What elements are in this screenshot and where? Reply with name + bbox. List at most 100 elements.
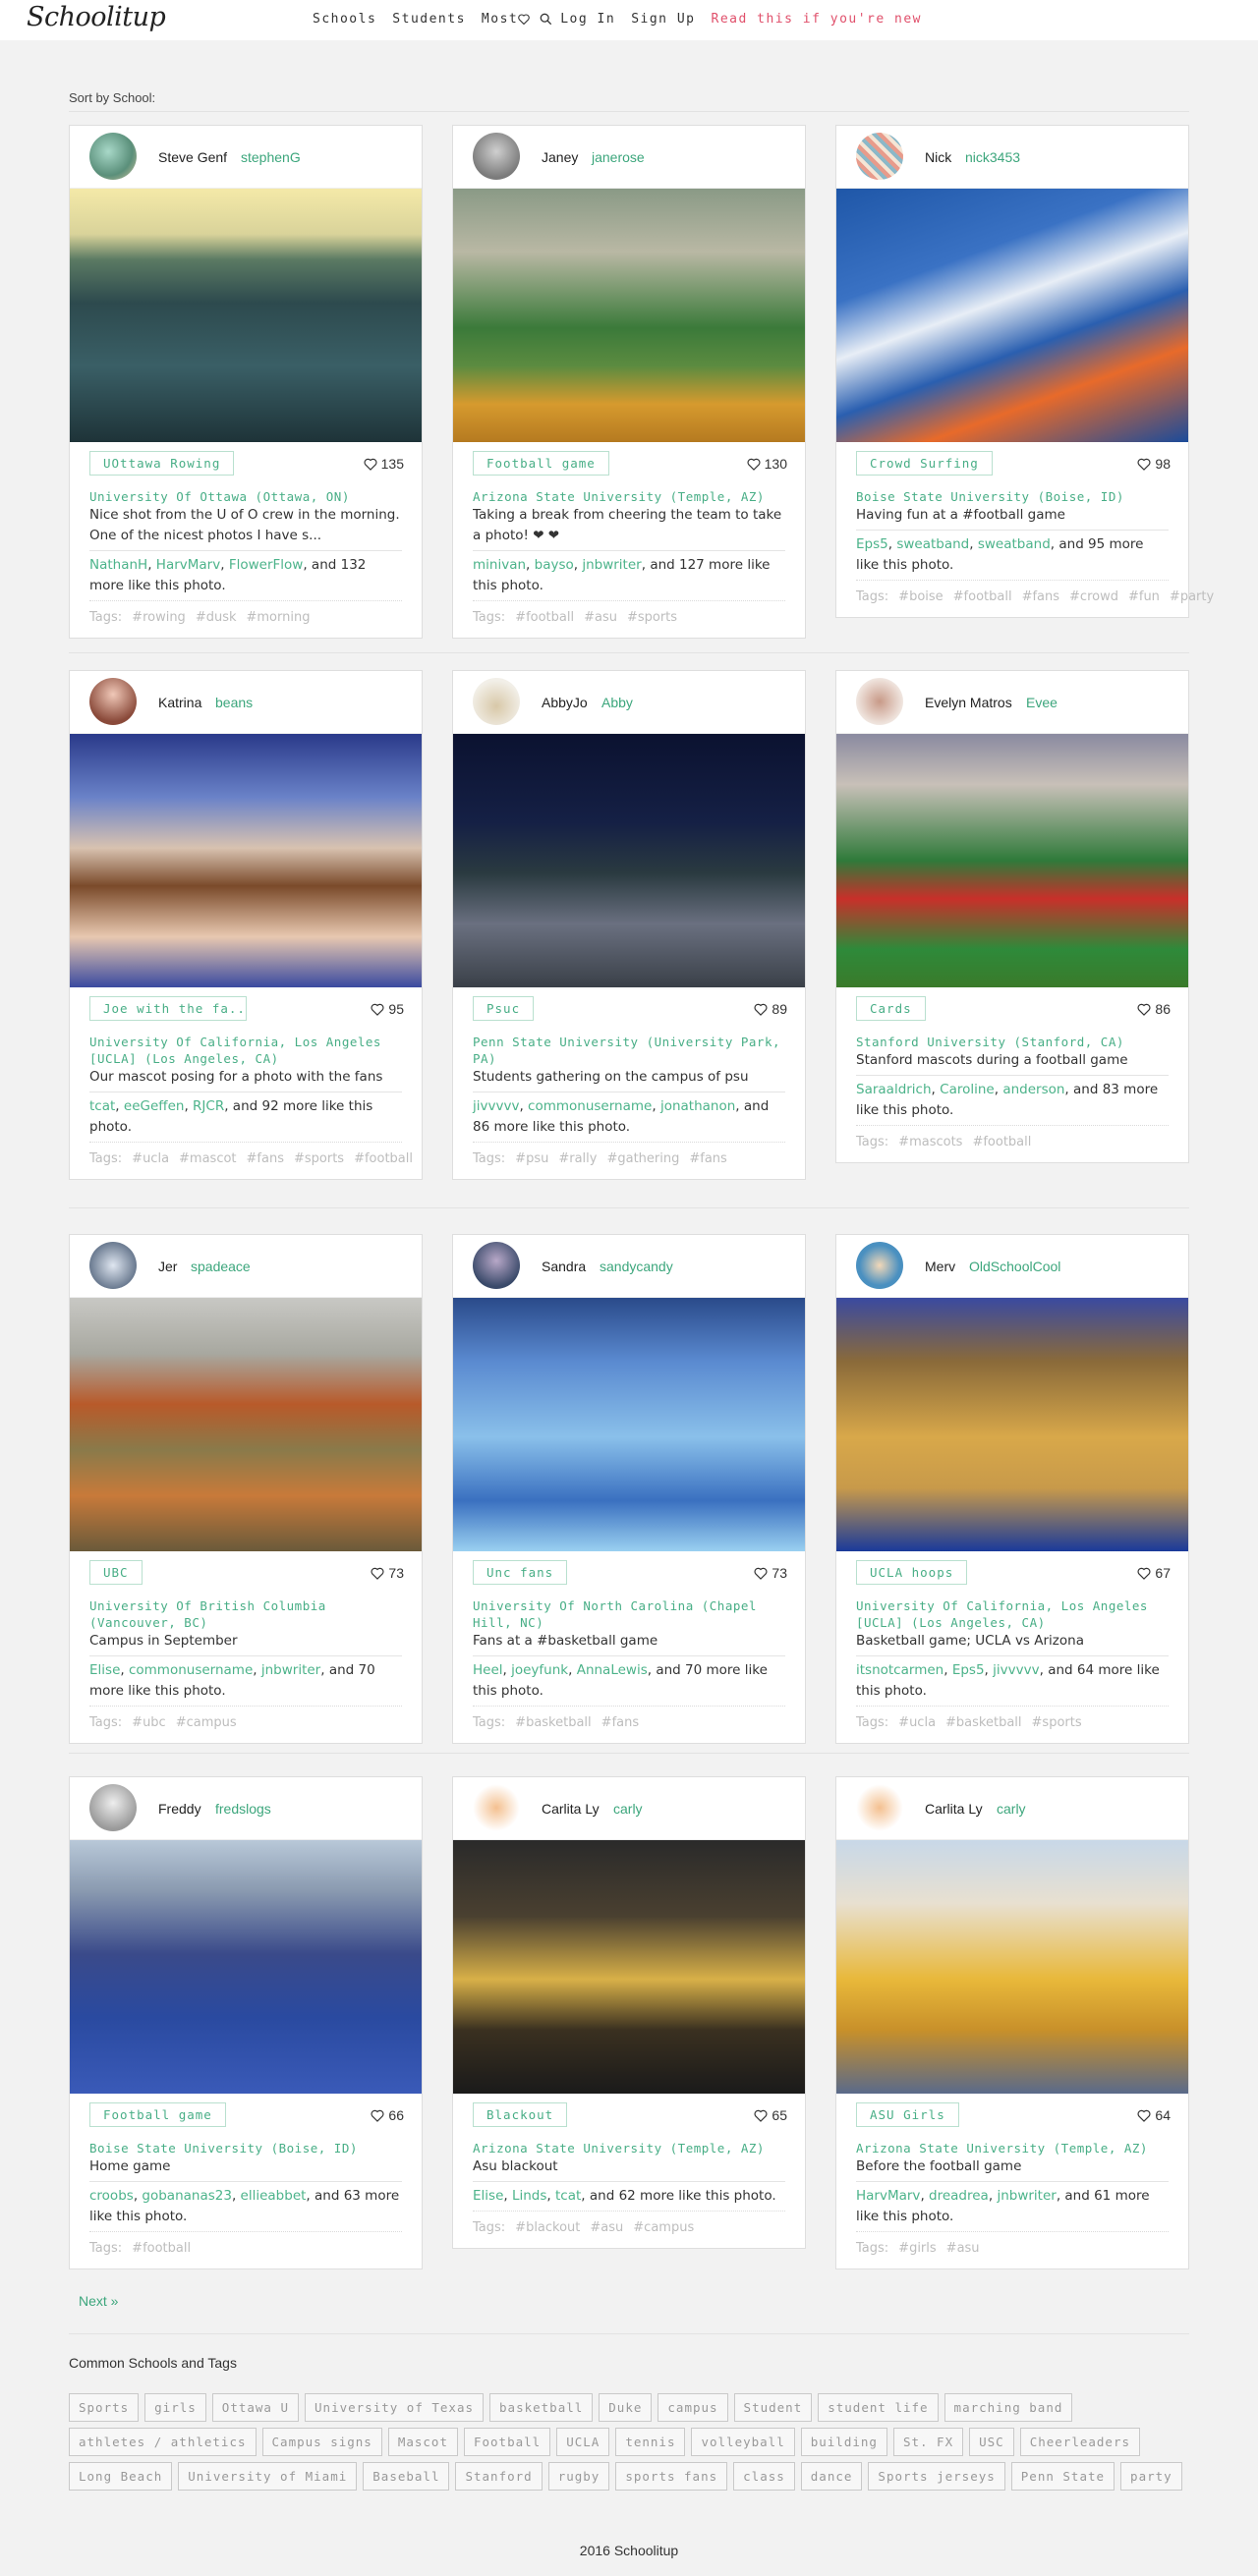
common-tag-chip[interactable]: Football bbox=[463, 2428, 551, 2456]
user-handle-link[interactable]: janerose bbox=[592, 149, 645, 165]
liker-link[interactable]: gobananas23 bbox=[142, 2188, 232, 2204]
photo-tag-button[interactable]: Crowd Surfing bbox=[856, 451, 993, 476]
photo-tag-button[interactable]: UBC bbox=[89, 1560, 143, 1585]
liker-link[interactable]: Linds bbox=[512, 2188, 546, 2204]
user-name[interactable]: AbbyJo bbox=[542, 695, 588, 710]
photo-tag-button[interactable]: UOttawa Rowing bbox=[89, 451, 235, 476]
liker-link[interactable]: jivvvvv bbox=[993, 1662, 1039, 1678]
hashtag-link[interactable]: #blackout bbox=[515, 2220, 580, 2235]
school-link[interactable]: University Of California, Los Angeles [U… bbox=[856, 1597, 1169, 1631]
hashtag-link[interactable]: #basketball bbox=[945, 1715, 1022, 1730]
school-link[interactable]: University Of British Columbia (Vancouve… bbox=[89, 1597, 402, 1631]
photo-tag-button[interactable]: Football game bbox=[89, 2102, 226, 2127]
common-tag-chip[interactable]: USC bbox=[969, 2428, 1014, 2456]
hashtag-link[interactable]: #sports bbox=[1032, 1715, 1082, 1730]
avatar[interactable] bbox=[856, 1784, 903, 1831]
common-tag-chip[interactable]: class bbox=[733, 2462, 795, 2491]
common-tag-chip[interactable]: building bbox=[800, 2428, 887, 2456]
hashtag-link[interactable]: #sports bbox=[627, 610, 677, 625]
card-photo[interactable] bbox=[70, 189, 422, 442]
common-tag-chip[interactable]: St. FX bbox=[892, 2428, 964, 2456]
photo-tag-button[interactable]: ASU Girls bbox=[856, 2102, 959, 2127]
liker-link[interactable]: NathanH bbox=[89, 557, 147, 573]
card-photo[interactable] bbox=[453, 1298, 805, 1551]
common-tag-chip[interactable]: Long Beach bbox=[69, 2462, 173, 2491]
user-name[interactable]: Steve Genf bbox=[158, 149, 227, 165]
like-button[interactable]: 64 bbox=[1137, 2107, 1171, 2123]
user-handle-link[interactable]: carly bbox=[613, 1801, 643, 1817]
avatar[interactable] bbox=[856, 1242, 903, 1289]
hashtag-link[interactable]: #rally bbox=[558, 1151, 597, 1166]
hashtag-link[interactable]: #fans bbox=[1022, 589, 1059, 604]
avatar[interactable] bbox=[473, 678, 520, 725]
like-button[interactable]: 65 bbox=[754, 2107, 787, 2123]
hashtag-link[interactable]: #football bbox=[515, 610, 574, 625]
hashtag-link[interactable]: #fans bbox=[247, 1151, 284, 1166]
user-name[interactable]: Carlita Ly bbox=[925, 1801, 983, 1817]
common-tag-chip[interactable]: University of Texas bbox=[305, 2393, 485, 2422]
hashtag-link[interactable]: #ucla bbox=[132, 1151, 169, 1166]
common-tag-chip[interactable]: dance bbox=[800, 2462, 863, 2491]
user-handle-link[interactable]: OldSchoolCool bbox=[969, 1259, 1060, 1274]
hashtag-link[interactable]: #fun bbox=[1128, 589, 1160, 604]
hashtag-link[interactable]: #football bbox=[972, 1135, 1031, 1149]
hashtag-link[interactable]: #football bbox=[953, 589, 1012, 604]
card-photo[interactable] bbox=[836, 734, 1188, 987]
liker-link[interactable]: tcat bbox=[555, 2188, 581, 2204]
liker-link[interactable]: jnbwriter bbox=[261, 1662, 320, 1678]
user-handle-link[interactable]: spadeace bbox=[191, 1259, 251, 1274]
common-tag-chip[interactable]: athletes / athletics bbox=[69, 2428, 257, 2456]
like-button[interactable]: 135 bbox=[364, 456, 404, 472]
card-photo[interactable] bbox=[70, 734, 422, 987]
user-name[interactable]: Janey bbox=[542, 149, 578, 165]
school-link[interactable]: University Of North Carolina (Chapel Hil… bbox=[473, 1597, 785, 1631]
liker-link[interactable]: jivvvvv bbox=[473, 1098, 519, 1114]
common-tag-chip[interactable]: Cheerleaders bbox=[1019, 2428, 1140, 2456]
user-handle-link[interactable]: Abby bbox=[601, 695, 633, 710]
school-link[interactable]: Stanford University (Stanford, CA) bbox=[856, 1034, 1169, 1050]
school-link[interactable]: Boise State University (Boise, ID) bbox=[89, 2140, 402, 2156]
liker-link[interactable]: AnnaLewis bbox=[577, 1662, 648, 1678]
common-tag-chip[interactable]: Stanford bbox=[455, 2462, 543, 2491]
hashtag-link[interactable]: #fans bbox=[689, 1151, 726, 1166]
user-name[interactable]: Carlita Ly bbox=[542, 1801, 600, 1817]
like-button[interactable]: 89 bbox=[754, 1001, 787, 1017]
common-tag-chip[interactable]: Campus signs bbox=[261, 2428, 382, 2456]
user-handle-link[interactable]: carly bbox=[997, 1801, 1026, 1817]
common-tag-chip[interactable]: Duke bbox=[599, 2393, 653, 2422]
card-photo[interactable] bbox=[453, 189, 805, 442]
like-button[interactable]: 66 bbox=[371, 2107, 404, 2123]
card-photo[interactable] bbox=[70, 1840, 422, 2094]
avatar[interactable] bbox=[89, 133, 137, 180]
hashtag-link[interactable]: #campus bbox=[176, 1715, 237, 1730]
hashtag-link[interactable]: #ubc bbox=[132, 1715, 166, 1730]
like-button[interactable]: 73 bbox=[371, 1565, 404, 1581]
hashtag-link[interactable]: #asu bbox=[946, 2241, 980, 2256]
user-name[interactable]: Merv bbox=[925, 1259, 955, 1274]
hashtag-link[interactable]: #sports bbox=[294, 1151, 344, 1166]
nav-most-liked[interactable]: Most bbox=[482, 12, 531, 27]
liker-link[interactable]: anderson bbox=[1002, 1082, 1064, 1097]
hashtag-link[interactable]: #psu bbox=[515, 1151, 548, 1166]
hashtag-link[interactable]: #mascot bbox=[179, 1151, 237, 1166]
photo-tag-button[interactable]: Psuc bbox=[473, 996, 535, 1021]
liker-link[interactable]: RJCR bbox=[193, 1098, 224, 1114]
common-tag-chip[interactable]: girls bbox=[144, 2393, 206, 2422]
hashtag-link[interactable]: #fans bbox=[601, 1715, 639, 1730]
liker-link[interactable]: Eps5 bbox=[856, 536, 888, 552]
nav-students[interactable]: Students bbox=[392, 12, 466, 27]
common-tag-chip[interactable]: University of Miami bbox=[178, 2462, 358, 2491]
hashtag-link[interactable]: #campus bbox=[633, 2220, 694, 2235]
liker-link[interactable]: Heel bbox=[473, 1662, 503, 1678]
liker-link[interactable]: commonusername bbox=[528, 1098, 652, 1114]
avatar[interactable] bbox=[89, 678, 137, 725]
nav-new-users-link[interactable]: Read this if you're new bbox=[712, 12, 923, 27]
liker-link[interactable]: commonusername bbox=[129, 1662, 253, 1678]
common-tag-chip[interactable]: rugby bbox=[547, 2462, 610, 2491]
common-tag-chip[interactable]: Penn State bbox=[1010, 2462, 1115, 2491]
nav-schools[interactable]: Schools bbox=[313, 12, 376, 27]
user-name[interactable]: Jer bbox=[158, 1259, 177, 1274]
common-tag-chip[interactable]: marching band bbox=[944, 2393, 1073, 2422]
liker-link[interactable]: jnbwriter bbox=[582, 557, 641, 573]
liker-link[interactable]: bayso bbox=[535, 557, 574, 573]
